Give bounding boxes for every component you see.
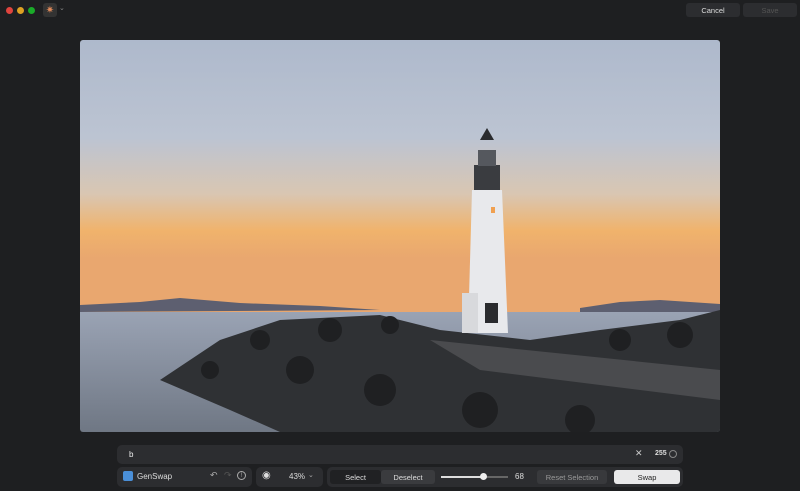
swap-button[interactable]: Swap: [614, 470, 680, 484]
deselect-button[interactable]: Deselect: [381, 470, 435, 484]
selection-group: Select Deselect 68 Reset Selection Swap: [327, 467, 683, 487]
lighthouse-photo: [80, 40, 720, 432]
slider-thumb[interactable]: [479, 473, 487, 480]
info-icon[interactable]: !: [237, 471, 246, 480]
eye-icon[interactable]: ◉: [262, 470, 271, 481]
prompt-bar: b ✕ 255: [117, 445, 683, 464]
clear-icon[interactable]: ✕: [635, 448, 643, 459]
zoom-chevron-icon[interactable]: ⌄: [308, 471, 314, 479]
brush-size-value: 68: [515, 472, 524, 481]
photo-canvas[interactable]: [80, 40, 720, 432]
save-button[interactable]: Save: [743, 3, 797, 17]
redo-icon[interactable]: ↷: [224, 470, 232, 481]
reset-selection-button[interactable]: Reset Selection: [537, 470, 607, 484]
zoom-level[interactable]: 43%: [289, 472, 305, 481]
undo-icon[interactable]: ↶: [210, 470, 218, 481]
select-button[interactable]: Select: [330, 470, 381, 484]
zoom-window-button[interactable]: [28, 7, 35, 14]
genswap-icon: [123, 471, 133, 481]
minimize-window-button[interactable]: [17, 7, 24, 14]
tool-name: GenSwap: [137, 472, 173, 481]
brush-size-slider[interactable]: [441, 473, 508, 480]
tool-group: GenSwap ↶ ↷ !: [117, 467, 252, 487]
cancel-button[interactable]: Cancel: [686, 3, 740, 17]
app-menu-icon[interactable]: ✷: [43, 3, 57, 17]
chevron-down-icon[interactable]: ⌄: [59, 4, 65, 12]
view-group: ◉ 43% ⌄: [256, 467, 323, 487]
progress-ring-icon: [669, 450, 677, 458]
character-count: 255: [655, 450, 667, 457]
prompt-input[interactable]: b: [129, 450, 133, 459]
close-window-button[interactable]: [6, 7, 13, 14]
